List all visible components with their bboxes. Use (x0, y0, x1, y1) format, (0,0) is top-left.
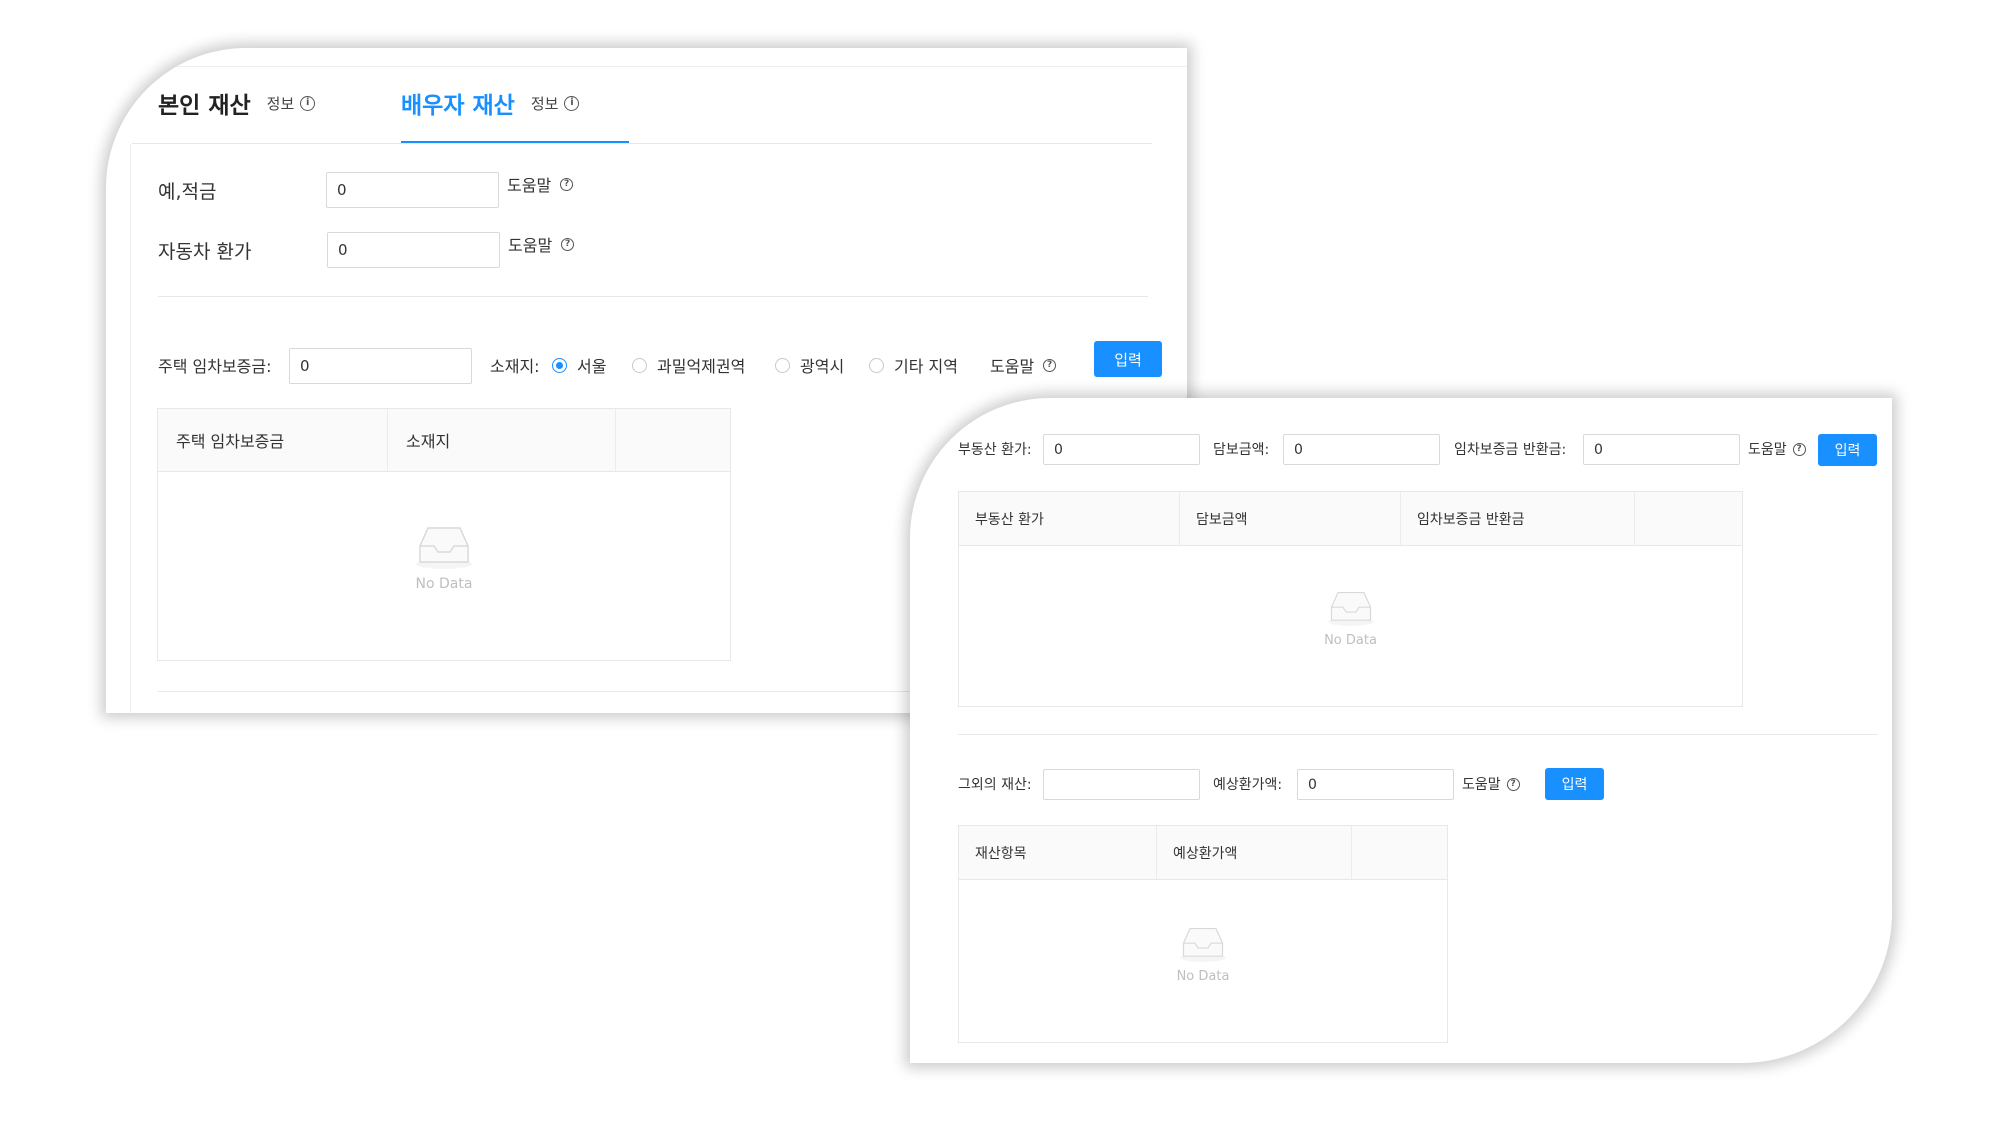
help-icon: ? (1043, 358, 1057, 372)
info-icon[interactable]: i (564, 95, 580, 111)
column-header: 재산항목 (975, 845, 1027, 862)
column-header: 담보금액 (1179, 492, 1400, 545)
tab-self-property[interactable]: 본인 재산 정보 i (158, 88, 316, 119)
location-label: 소재지: (490, 357, 540, 376)
section-divider (958, 734, 1878, 735)
radio-label: 과밀억제권역 (657, 357, 746, 376)
empty-inbox-icon (1180, 927, 1226, 962)
help-icon: ? (1506, 777, 1520, 791)
other-help[interactable]: 도움말 ? (1462, 770, 1520, 798)
car-help[interactable]: 도움말 ? (508, 232, 575, 256)
help-label: 도움말 (508, 236, 553, 255)
column-header: 임차보증금 반환금 (1400, 492, 1634, 545)
housing-help[interactable]: 도움말 ? (990, 350, 1057, 380)
other-assets-table: 재산항목 예상환가액 No Data (958, 825, 1448, 1043)
column-header: 부동산 환가 (975, 511, 1044, 528)
mortgage-input[interactable]: 0 (1283, 434, 1440, 465)
empty-text: No Data (415, 576, 473, 592)
column-header: 예상환가액 (1156, 826, 1351, 879)
column-header-actions (1634, 492, 1742, 545)
radio-selected-icon (552, 357, 567, 373)
section-divider (158, 296, 1148, 297)
radio-icon (632, 357, 647, 373)
help-icon: ? (560, 177, 574, 191)
tab-self-label: 본인 재산 (158, 93, 251, 119)
info-icon[interactable]: i (300, 95, 316, 111)
top-border (106, 66, 1187, 67)
other-assets-input[interactable] (1043, 769, 1200, 800)
column-header: 주택 임차보증금 (176, 432, 285, 451)
estimated-value-label: 예상환가액: (1213, 777, 1283, 793)
location-radio-metro[interactable]: 광역시 (775, 350, 844, 380)
tab-divider (132, 143, 1152, 144)
column-header-actions (615, 409, 730, 471)
tab-spouse-property[interactable]: 배우자 재산 정보 i (401, 88, 580, 119)
table-header: 재산항목 예상환가액 (959, 826, 1447, 880)
tab-spouse-label: 배우자 재산 (401, 93, 515, 119)
housing-deposit-table: 주택 임차보증금 소재지 No Data (157, 408, 731, 661)
radio-label: 서울 (577, 357, 607, 376)
empty-inbox-icon (416, 527, 472, 569)
property-panel-detail: 부동산 환가: 0 담보금액: 0 임차보증금 반환금: 0 도움말 ? 입력 … (910, 398, 1892, 1063)
deposit-refund-label: 임차보증금 반환금: (1454, 442, 1567, 458)
savings-help[interactable]: 도움말 ? (507, 172, 574, 196)
help-icon: ? (1792, 442, 1806, 456)
radio-icon (869, 357, 884, 373)
location-radio-other[interactable]: 기타 지역 (869, 350, 958, 380)
realestate-help[interactable]: 도움말 ? (1748, 435, 1806, 463)
housing-deposit-label: 주택 임차보증금: (158, 357, 272, 376)
savings-input[interactable]: 0 (326, 172, 499, 208)
realestate-submit-button[interactable]: 입력 (1818, 434, 1877, 466)
table-header: 주택 임차보증금 소재지 (158, 409, 730, 472)
housing-deposit-input[interactable]: 0 (289, 348, 472, 384)
car-label: 자동차 환가 (158, 240, 252, 263)
realestate-table: 부동산 환가 담보금액 임차보증금 반환금 No Data (958, 491, 1743, 707)
empty-state: No Data (158, 524, 730, 592)
column-header-actions (1351, 826, 1447, 879)
help-label: 도움말 (507, 176, 552, 195)
radio-icon (775, 357, 790, 373)
help-label: 도움말 (990, 357, 1035, 376)
location-radio-seoul[interactable]: 서울 (552, 350, 606, 380)
realestate-label: 부동산 환가: (958, 442, 1032, 458)
estimated-value-input[interactable]: 0 (1297, 769, 1454, 800)
housing-submit-button[interactable]: 입력 (1094, 341, 1162, 377)
empty-state: No Data (959, 925, 1447, 984)
location-radio-overcrowded[interactable]: 과밀억제권역 (632, 350, 745, 380)
other-submit-button[interactable]: 입력 (1545, 768, 1604, 800)
tab-spouse-info-label: 정보 (530, 94, 559, 113)
empty-state: No Data (959, 589, 1742, 648)
table-header: 부동산 환가 담보금액 임차보증금 반환금 (959, 492, 1742, 546)
empty-inbox-icon (1327, 591, 1374, 626)
realestate-input[interactable]: 0 (1043, 434, 1200, 465)
help-label: 도움말 (1748, 442, 1787, 458)
empty-text: No Data (1176, 969, 1230, 984)
tab-self-info-label: 정보 (266, 94, 295, 113)
help-icon: ? (561, 237, 575, 251)
radio-label: 기타 지역 (894, 357, 958, 376)
car-input[interactable]: 0 (327, 232, 500, 268)
left-border (130, 144, 131, 713)
radio-label: 광역시 (800, 357, 845, 376)
savings-label: 예,적금 (158, 180, 217, 203)
deposit-refund-input[interactable]: 0 (1583, 434, 1740, 465)
empty-text: No Data (1324, 633, 1377, 648)
other-assets-label: 그외의 재산: (958, 777, 1032, 793)
column-header: 소재지 (387, 409, 615, 471)
mortgage-label: 담보금액: (1213, 442, 1270, 458)
help-label: 도움말 (1462, 777, 1501, 793)
